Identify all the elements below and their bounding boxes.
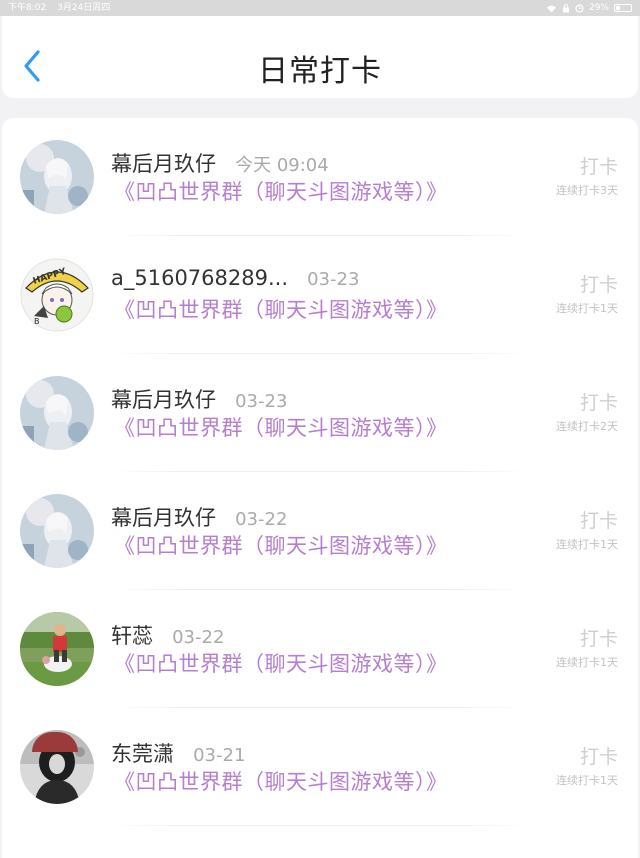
streak-text: 连续打卡1天 [556, 774, 618, 787]
user-name[interactable]: 幕后月玖仔 [111, 388, 216, 412]
checkin-row[interactable]: 幕后月玖仔 03-22 《凹凸世界群（聊天斗图游戏等）》 打卡 连续打卡1天 [2, 472, 638, 590]
checkin-label: 打卡 [579, 628, 618, 650]
checkin-date: 03-22 [235, 509, 288, 530]
battery-level [616, 6, 620, 10]
name-line: 轩蕊 03-22 [111, 620, 224, 650]
checkin-date: 03-23 [307, 269, 360, 290]
checkin-label: 打卡 [579, 510, 618, 532]
group-link[interactable]: 《凹凸世界群（聊天斗图游戏等）》 [114, 530, 448, 560]
battery-percent: 29% [588, 3, 609, 13]
checkin-label: 打卡 [579, 392, 618, 414]
anime-girl-avatar[interactable] [20, 494, 94, 568]
streak-text: 连续打卡2天 [556, 420, 618, 433]
user-name[interactable]: 轩蕊 [111, 624, 153, 648]
name-line: 幕后月玖仔 03-22 [111, 502, 287, 532]
group-link[interactable]: 《凹凸世界群（聊天斗图游戏等）》 [114, 412, 448, 442]
checkin-row[interactable]: HAPPY B a_5160768289... 03-23 《凹凸世界群（聊天斗… [2, 236, 638, 354]
group-link[interactable]: 《凹凸世界群（聊天斗图游戏等）》 [114, 294, 448, 324]
checkin-label: 打卡 [579, 156, 618, 178]
user-name[interactable]: 幕后月玖仔 [111, 506, 216, 530]
name-line: 幕后月玖仔 03-23 [111, 384, 287, 414]
wifi-icon [546, 5, 556, 12]
happy-character-avatar[interactable]: HAPPY B [20, 258, 94, 332]
status-right: 29% [546, 0, 632, 16]
name-line: 东莞潇 03-21 [111, 738, 245, 768]
checkin-label: 打卡 [579, 274, 618, 296]
user-name[interactable]: 幕后月玖仔 [111, 152, 216, 176]
checkin-date: 今天 09:04 [235, 155, 329, 176]
checkin-row[interactable]: 幕后月玖仔 今天 09:04 《凹凸世界群（聊天斗图游戏等）》 打卡 连续打卡3… [2, 118, 638, 236]
status-time: 下午8:02 [8, 3, 47, 13]
checkin-date: 03-23 [235, 391, 288, 412]
checkin-row[interactable]: 幕后月玖仔 03-23 《凹凸世界群（聊天斗图游戏等）》 打卡 连续打卡2天 [2, 354, 638, 472]
checkin-date: 03-21 [193, 745, 246, 766]
streak-text: 连续打卡1天 [556, 656, 618, 669]
name-line: a_5160768289... 03-23 [111, 266, 359, 290]
checkin-label: 打卡 [579, 746, 618, 768]
streak-text: 连续打卡1天 [556, 538, 618, 551]
divider [111, 825, 528, 826]
battery-icon [614, 4, 632, 12]
lock-rotation-icon [562, 3, 569, 12]
streak-text: 连续打卡1天 [556, 302, 618, 315]
anime-girl-avatar[interactable] [20, 376, 94, 450]
page-title: 日常打卡 [258, 54, 382, 89]
checkin-row[interactable]: 轩蕊 03-22 《凹凸世界群（聊天斗图游戏等）》 打卡 连续打卡1天 [2, 590, 638, 708]
nav-bar: 日常打卡 [2, 16, 638, 98]
child-photo-avatar[interactable] [20, 612, 94, 686]
group-link[interactable]: 《凹凸世界群（聊天斗图游戏等）》 [114, 766, 448, 796]
anime-girl-avatar[interactable] [20, 140, 94, 214]
user-name[interactable]: 东莞潇 [111, 742, 174, 766]
user-name[interactable]: a_5160768289... [111, 266, 288, 290]
status-left: 下午8:02 3月24日周四 [8, 0, 118, 16]
checkin-list: 幕后月玖仔 今天 09:04 《凹凸世界群（聊天斗图游戏等）》 打卡 连续打卡3… [2, 118, 638, 858]
checkin-row[interactable]: 东莞潇 03-21 《凹凸世界群（聊天斗图游戏等）》 打卡 连续打卡1天 [2, 708, 638, 826]
checkin-date: 03-22 [172, 627, 225, 648]
svg-text:B: B [34, 317, 40, 326]
name-line: 幕后月玖仔 今天 09:04 [111, 148, 329, 178]
alarm-icon [575, 3, 584, 13]
streak-text: 连续打卡3天 [556, 184, 618, 197]
group-link[interactable]: 《凹凸世界群（聊天斗图游戏等）》 [114, 648, 448, 678]
group-link[interactable]: 《凹凸世界群（聊天斗图游戏等）》 [114, 176, 448, 206]
status-bar: 下午8:02 3月24日周四 29% [0, 0, 640, 16]
status-date: 3月24日周四 [57, 3, 111, 13]
